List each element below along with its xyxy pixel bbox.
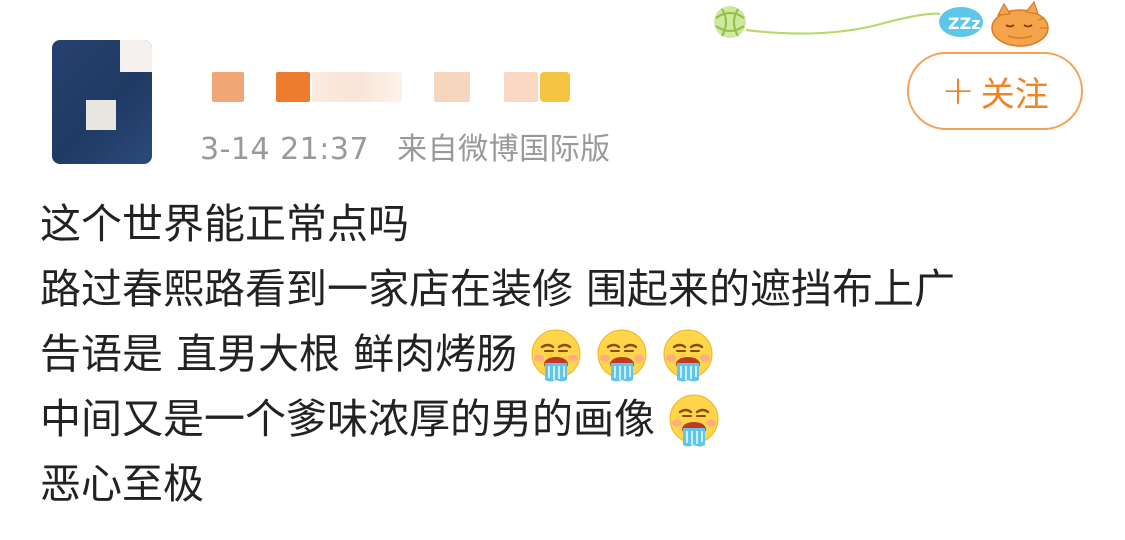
post-line-text: 中间又是一个爹味浓厚的男的画像 xyxy=(40,395,655,443)
vomit-emoji-icon xyxy=(529,328,583,382)
plus-icon: + xyxy=(941,68,975,114)
vomit-emoji-icon xyxy=(667,393,721,447)
post-body: 这个世界能正常点吗 路过春熙路看到一家店在装修 围起来的遮挡布上广 告语是 直男… xyxy=(40,192,1100,517)
vip-badge-icon xyxy=(540,72,570,102)
post-timestamp: 3-14 21:37 xyxy=(200,132,370,167)
post-line-text: 告语是 直男大根 鲜肉烤肠 xyxy=(40,330,518,378)
avatar-blur-block xyxy=(86,100,116,130)
vomit-emoji-icon xyxy=(595,328,649,382)
sleeping-cat-icon xyxy=(991,0,1049,47)
username-censored[interactable] xyxy=(212,72,592,102)
censor-block xyxy=(212,72,244,102)
avatar[interactable] xyxy=(52,40,152,164)
zzz-bubble-icon: ZZz xyxy=(939,7,983,37)
post-line: 恶心至极 xyxy=(40,452,1100,517)
post-line: 路过春熙路看到一家店在装修 围起来的遮挡布上广 xyxy=(40,257,1100,322)
svg-text:ZZz: ZZz xyxy=(948,14,981,33)
post-line: 这个世界能正常点吗 xyxy=(40,192,1100,257)
weibo-post-card: 3-14 21:37 来自微博国际版 ZZz + 关注 这个世界能正常点吗 路过… xyxy=(0,0,1125,540)
follow-button[interactable]: + 关注 xyxy=(907,52,1083,130)
post-line: 中间又是一个爹味浓厚的男的画像 xyxy=(40,387,1100,452)
vomit-emoji-icon xyxy=(661,328,715,382)
post-meta: 3-14 21:37 来自微博国际版 xyxy=(200,124,611,168)
post-source: 来自微博国际版 xyxy=(397,132,611,167)
yarn-ball-icon xyxy=(714,6,746,38)
avatar-blur-block xyxy=(120,40,152,72)
post-line-text: 恶心至极 xyxy=(40,460,204,508)
censor-block xyxy=(504,72,538,102)
post-line: 告语是 直男大根 鲜肉烤肠 xyxy=(40,322,1100,387)
censor-block xyxy=(312,72,402,102)
sleeping-cat-decoration: ZZz xyxy=(708,0,1053,50)
post-line-text: 路过春熙路看到一家店在装修 围起来的遮挡布上广 xyxy=(40,265,956,313)
post-line-text: 这个世界能正常点吗 xyxy=(40,200,409,248)
follow-label: 关注 xyxy=(980,74,1049,115)
censor-block xyxy=(276,72,310,102)
censor-block xyxy=(434,72,470,102)
